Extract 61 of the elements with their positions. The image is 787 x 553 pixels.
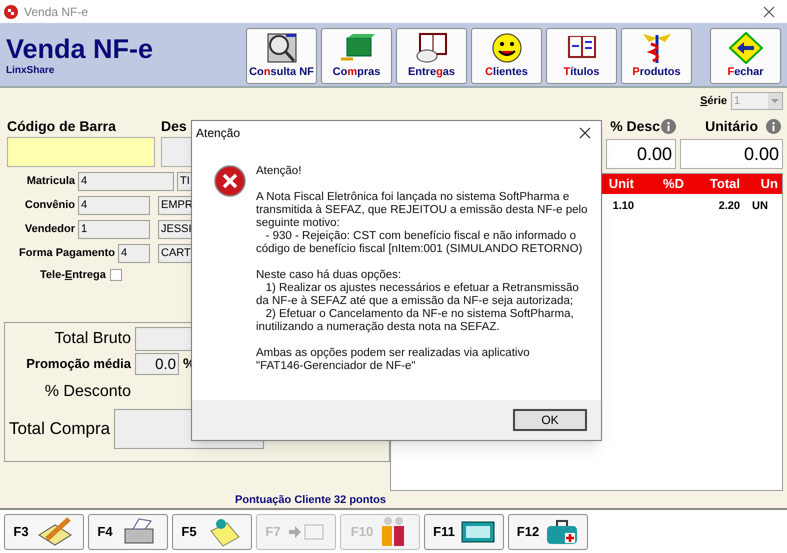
field-label: Vendedor [24,222,76,238]
field-label: Unitário [705,117,758,136]
close-icon[interactable] [579,127,591,139]
error-icon [214,165,246,197]
points-text: Pontuação Cliente 32 pontos [234,492,387,508]
column-header[interactable]: Total [688,174,744,194]
function-key-button[interactable]: F5 [172,514,252,550]
column-header[interactable]: Unit [598,174,638,194]
toolbar-button[interactable]: Títulos [546,28,617,84]
total-label: Total Bruto [54,328,131,348]
field-label: Convênio [24,198,76,214]
unit-price-field[interactable]: 0.00 [680,139,783,169]
toolbar-button[interactable]: Entregas [396,28,467,84]
toolbar-button[interactable]: Consulta NF [246,28,317,84]
function-key-button[interactable]: F4 [88,514,168,550]
back-arrow-icon [728,32,764,64]
field-label: Série [700,94,727,109]
function-key-button[interactable]: F3 [4,514,84,550]
dialog-title: Atenção [196,125,240,142]
promo-field: 0.0 [135,352,179,374]
app-subtitle: LinxShare [6,64,56,78]
dialog-heading: Atenção! [256,165,302,178]
barcode-field[interactable] [7,137,155,167]
code-field[interactable]: 4 [78,196,150,215]
app-title: Venda NF-e [6,35,154,64]
window-title: Venda NF-e [24,4,88,21]
function-key-button[interactable]: F12 [508,514,588,550]
toolbar-button[interactable]: Fechar [710,28,781,84]
field-label: Código de Barra [7,117,117,136]
code-field[interactable]: 1 [78,220,150,239]
book-phone-icon [414,32,450,64]
toolbar-button[interactable]: Clientes [471,28,542,84]
dialog-message: Neste caso há duas opções: 1) Realizar os ajustes necessários e efetuar a Retransmissão da NF-e à SEFAZ até que a emissão da NF-e seja autorizada; 2) Efetuar o Cancelamento da NF-e no sistema SoftPharma, inutilizando a numeração desta nota na SEFAZ. [256,269,580,334]
info-icon[interactable] [661,119,676,134]
ok-button[interactable]: OK [513,409,587,431]
field-label: Matricula [26,174,76,190]
checkbox[interactable] [110,269,122,282]
dropdown-caret-icon [768,93,782,109]
table-cell-text: UN [751,199,769,214]
toolbar-button[interactable]: Produtos [621,28,692,84]
app-icon [4,4,18,19]
total-label: Total Compra [8,418,110,440]
discount-field[interactable]: 0.00 [606,139,676,169]
code-field[interactable]: 4 [78,172,174,191]
close-icon[interactable] [763,6,775,18]
table-cell-text: 1.10 [612,199,635,214]
code-field[interactable]: 4 [118,244,150,263]
toolbar-button[interactable]: Compras [321,28,392,84]
table-cell-text: 2.20 [718,199,741,214]
checkbox-label: Tele-Entrega [40,268,106,283]
column-header[interactable]: %D [638,174,688,194]
dialog-message: A Nota Fiscal Eletrônica foi lançada no sistema SoftPharma e transmitida à SEFAZ, que REJEITOU a emissão desta NF-e pelo seguinte motivo: - 930 - Rejeição: CST com benefício fiscal e não informado o código de benefício fiscal [nItem:001 (SIMULANDO RETORNO) [256,191,588,256]
column-header[interactable]: Un [744,174,782,194]
total-label: Promoção média [25,354,131,373]
field-label: % Desc [610,117,660,136]
field-label: Forma Pagamento [18,246,116,262]
dialog-message: Ambas as opções podem ser realizadas via aplicativo "FAT146-Gerenciador de NF-e" [256,347,531,373]
medical-bag-icon [545,518,580,546]
function-key-button[interactable]: F11 [424,514,504,550]
info-icon[interactable] [766,119,781,134]
total-label: % Desconto [44,382,131,402]
